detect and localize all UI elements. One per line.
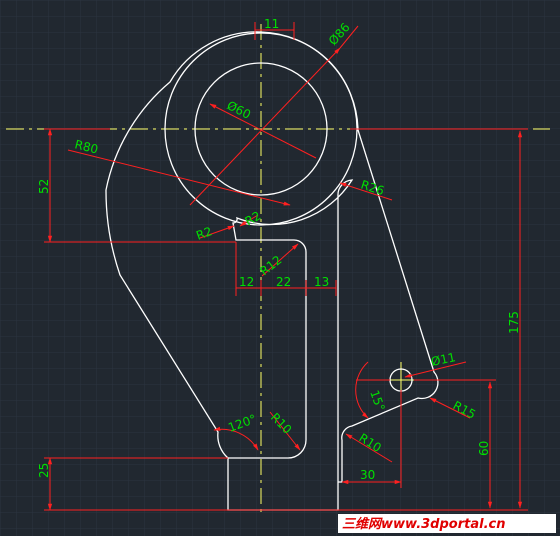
dim-52: 52 [37,179,51,194]
dim-175: 175 [507,311,521,334]
grid [0,0,560,536]
dim-12: 12 [239,275,254,289]
dim-30: 30 [360,468,375,482]
dim-22: 22 [276,275,291,289]
dim-25: 25 [37,463,51,478]
watermark-text: 三维网www.3dportal.cn [342,516,505,532]
cad-drawing: 11 Ø86 Ø60 R80 52 R26 R2 R2 R12 12 22 13… [0,0,560,536]
dim-60: 60 [477,441,491,456]
dim-11-top: 11 [264,17,279,31]
dim-13: 13 [314,275,329,289]
